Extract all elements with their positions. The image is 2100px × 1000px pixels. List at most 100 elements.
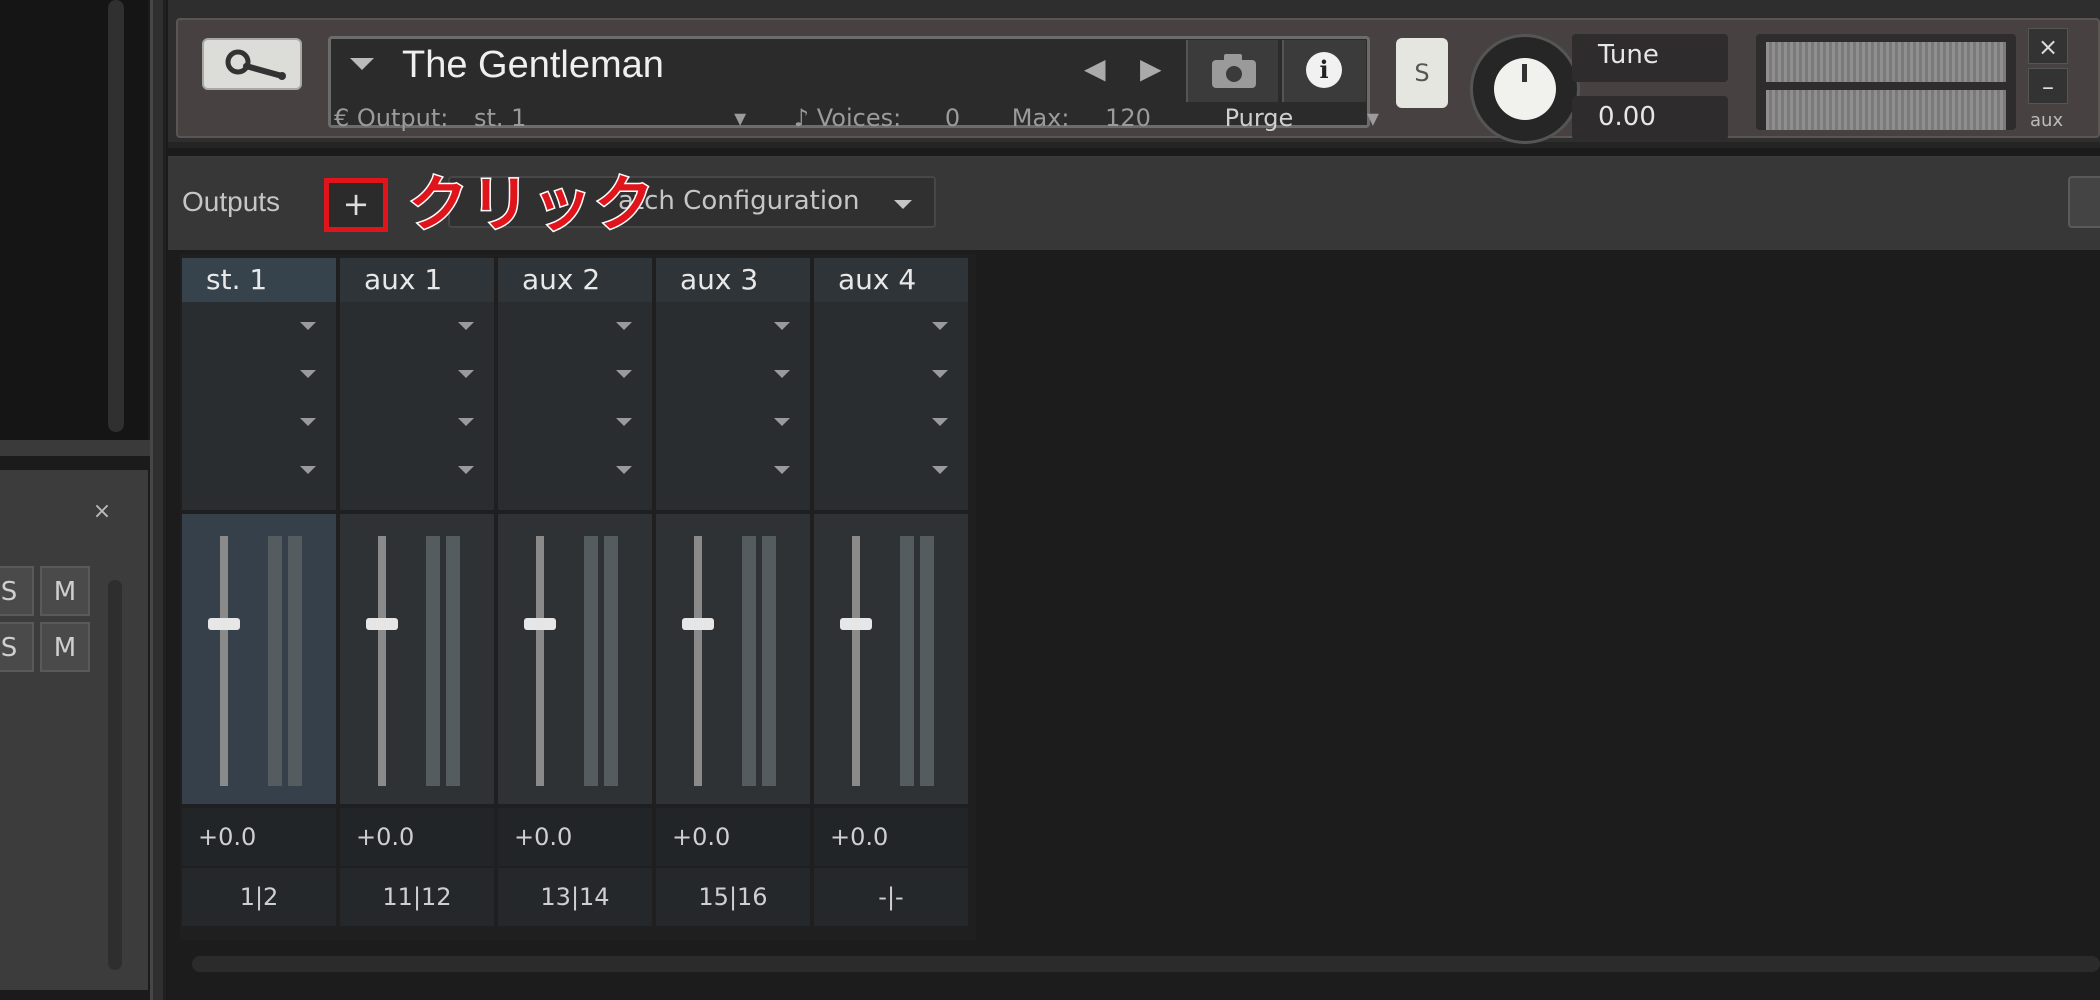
tune-label: Tune	[1598, 40, 1659, 70]
collapse-icon[interactable]	[2068, 176, 2100, 228]
fader-handle[interactable]	[840, 618, 872, 630]
chevron-down-icon[interactable]	[932, 418, 948, 426]
channel-name[interactable]: aux 4	[814, 258, 968, 302]
next-instrument-button[interactable]: ▶	[1140, 52, 1162, 85]
voices-label: Voices:	[816, 104, 902, 132]
instrument-close-button[interactable]: ×	[2028, 28, 2068, 64]
channel-meter	[268, 536, 282, 786]
wrench-icon	[225, 49, 286, 80]
left-divider	[0, 440, 150, 456]
fader-track[interactable]	[536, 536, 544, 786]
fader-track[interactable]	[852, 536, 860, 786]
camera-button[interactable]	[1186, 40, 1278, 102]
chevron-down-icon[interactable]	[300, 418, 316, 426]
voices-icon: ♪	[793, 104, 817, 132]
chevron-down-icon[interactable]	[300, 322, 316, 330]
mute-button[interactable]: M	[40, 566, 90, 616]
fader-handle[interactable]	[366, 618, 398, 630]
channel-output-assignment[interactable]: 15|16	[656, 868, 810, 926]
channel-strip: aux 3 +0.0 15|16	[656, 258, 810, 926]
chevron-down-icon[interactable]	[350, 58, 374, 70]
fader-track[interactable]	[220, 536, 228, 786]
output-value[interactable]: st. 1	[474, 104, 526, 132]
chevron-down-icon[interactable]	[894, 200, 912, 209]
instrument-name[interactable]: The Gentleman	[402, 44, 664, 87]
close-icon[interactable]: ×	[90, 500, 114, 524]
solo-button[interactable]: S	[0, 622, 34, 672]
channel-level[interactable]: +0.0	[182, 808, 336, 866]
chevron-down-icon[interactable]	[774, 466, 790, 474]
purge-button[interactable]: Purge	[1225, 104, 1294, 132]
output-icon: €	[334, 104, 357, 132]
chevron-down-icon[interactable]	[300, 370, 316, 378]
max-value[interactable]: 120	[1105, 104, 1151, 132]
add-output-button[interactable]: +	[324, 178, 388, 232]
channel-level[interactable]: +0.0	[340, 808, 494, 866]
chevron-down-icon[interactable]	[774, 370, 790, 378]
output-dropdown-icon[interactable]: ▾	[734, 104, 746, 132]
wrench-button[interactable]	[202, 38, 302, 90]
click-annotation: クリック	[407, 169, 656, 242]
fader-track[interactable]	[378, 536, 386, 786]
channel-output-assignment[interactable]: 13|14	[498, 868, 652, 926]
channel-level[interactable]: +0.0	[498, 808, 652, 866]
chevron-down-icon[interactable]	[932, 370, 948, 378]
chevron-down-icon[interactable]	[458, 322, 474, 330]
channel-level[interactable]: +0.0	[814, 808, 968, 866]
channel-fader-area	[182, 514, 336, 804]
chevron-down-icon[interactable]	[458, 418, 474, 426]
channel-meter	[900, 536, 914, 786]
chevron-down-icon[interactable]	[616, 370, 632, 378]
chevron-down-icon[interactable]	[932, 466, 948, 474]
chevron-down-icon[interactable]	[616, 466, 632, 474]
left-panel-top	[0, 0, 148, 456]
fader-handle[interactable]	[208, 618, 240, 630]
channel-meter	[446, 536, 460, 786]
chevron-down-icon[interactable]	[932, 322, 948, 330]
chevron-down-icon[interactable]	[774, 418, 790, 426]
channel-name[interactable]: aux 3	[656, 258, 810, 302]
left-scrollbar[interactable]	[108, 0, 124, 432]
channel-meter	[762, 536, 776, 786]
tune-value[interactable]: 0.00	[1598, 102, 1656, 132]
channel-meter	[584, 536, 598, 786]
output-label: Output:	[356, 104, 449, 132]
channel-fader-area	[656, 514, 810, 804]
fader-track[interactable]	[694, 536, 702, 786]
aux-button[interactable]: aux	[2030, 110, 2063, 131]
fader-handle[interactable]	[682, 618, 714, 630]
instrument-subrow: € Output: st. 1 ▾ ♪ Voices: 0 Max: 120 P…	[334, 104, 1379, 132]
outputs-title: Outputs	[182, 186, 281, 217]
chevron-down-icon[interactable]	[774, 322, 790, 330]
chevron-down-icon[interactable]	[616, 322, 632, 330]
channel-meter	[426, 536, 440, 786]
fader-handle[interactable]	[524, 618, 556, 630]
chevron-down-icon[interactable]	[458, 466, 474, 474]
instrument-solo-button[interactable]: S	[1396, 38, 1448, 108]
knob-indicator	[1522, 64, 1527, 82]
solo-button[interactable]: S	[0, 566, 34, 616]
mute-button[interactable]: M	[40, 622, 90, 672]
channel-routing	[340, 302, 494, 510]
prev-instrument-button[interactable]: ◀	[1084, 52, 1106, 85]
channel-name[interactable]: aux 2	[498, 258, 652, 302]
purge-dropdown-icon[interactable]: ▾	[1367, 104, 1379, 132]
left-bottom-scrollbar[interactable]	[108, 580, 122, 970]
channel-fader-area	[814, 514, 968, 804]
horizontal-scrollbar[interactable]	[192, 956, 2100, 972]
info-icon[interactable]: i	[1306, 52, 1342, 88]
channel-output-assignment[interactable]: 1|2	[182, 868, 336, 926]
channel-output-assignment[interactable]: -|-	[814, 868, 968, 926]
level-meter-left	[1766, 42, 2006, 82]
channel-fader-area	[498, 514, 652, 804]
instrument-minimize-button[interactable]: –	[2028, 68, 2068, 104]
chevron-down-icon[interactable]	[616, 418, 632, 426]
channel-strip: aux 1 +0.0 11|12	[340, 258, 494, 926]
channel-routing	[656, 302, 810, 510]
chevron-down-icon[interactable]	[458, 370, 474, 378]
channel-level[interactable]: +0.0	[656, 808, 810, 866]
channel-output-assignment[interactable]: 11|12	[340, 868, 494, 926]
channel-name[interactable]: aux 1	[340, 258, 494, 302]
chevron-down-icon[interactable]	[300, 466, 316, 474]
channel-name[interactable]: st. 1	[182, 258, 336, 302]
